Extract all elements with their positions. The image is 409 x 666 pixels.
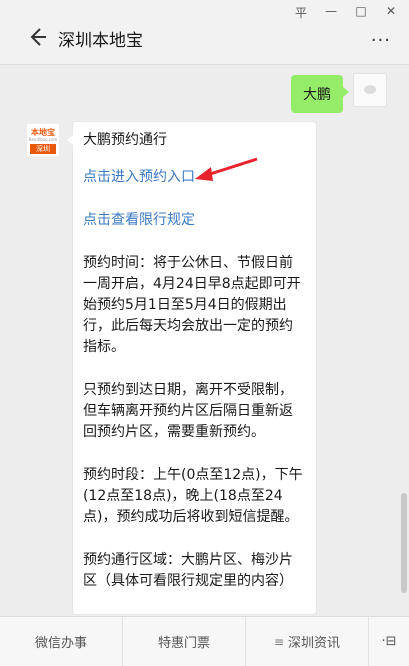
rules-link-row: 点击查看限行规定 (83, 210, 306, 231)
message-title: 大鹏预约通行 (83, 132, 167, 148)
chat-area[interactable]: 大鹏 本地宝 Bendibao.com 深圳 大鹏预约通行 点击进入预约入口 点… (0, 65, 409, 616)
logo-text: 本地宝 (31, 128, 55, 137)
more-icon[interactable]: ··· (371, 30, 391, 51)
restriction-rules-link[interactable]: 点击查看限行规定 (83, 212, 195, 228)
paragraph-time-slots: 预约时段：上午(0点至12点)，下午(12点至18点)，晚上(18点至24点)，… (83, 467, 303, 525)
title-bar: 平 — □ ✕ 深圳本地宝 ··· (0, 0, 409, 65)
menu-list-icon: ≡ (273, 634, 285, 649)
minimize-button[interactable]: — (323, 4, 339, 21)
maximize-button[interactable]: □ (353, 4, 369, 21)
enter-link-row: 点击进入预约入口 (83, 157, 306, 188)
user-avatar[interactable] (353, 73, 387, 107)
close-button[interactable]: ✕ (383, 4, 399, 21)
back-arrow-icon[interactable] (26, 26, 48, 48)
menu-item-label: 深圳资讯 (288, 636, 341, 651)
bottom-menu: 微信办事 特惠门票 ≡ 深圳资讯 ·⊟ (0, 616, 409, 666)
pin-button[interactable]: 平 (293, 4, 309, 21)
red-arrow-annotation (195, 157, 258, 181)
received-message-bubble: 大鹏预约通行 点击进入预约入口 点击查看限行规定 预约时间：将于公休日、节假日前… (67, 121, 317, 615)
keyboard-switch-icon[interactable]: ·⊟ (369, 617, 409, 666)
menu-item-wechat-services[interactable]: 微信办事 (0, 617, 123, 666)
logo-city: 深圳 (30, 144, 56, 154)
paragraph-reservation-time: 预约时间：将于公休日、节假日前一周开启，4月24日早8点起即可开始预约5月1日至… (83, 255, 301, 355)
scrollbar[interactable] (401, 493, 407, 593)
menu-item-shenzhen-news[interactable]: ≡ 深圳资讯 (246, 617, 369, 666)
sent-message-bubble[interactable]: 大鹏 (291, 75, 349, 113)
page-title: 深圳本地宝 (58, 31, 143, 51)
reservation-entry-link[interactable]: 点击进入预约入口 (83, 169, 195, 185)
logo-subtext: Bendibao.com (28, 137, 58, 142)
official-account-avatar[interactable]: 本地宝 Bendibao.com 深圳 (26, 123, 60, 157)
paragraph-arrival-date: 只预约到达日期，离开不受限制，但车辆离开预约片区后隔日重新返回预约片区，需要重新… (83, 382, 293, 440)
paragraph-areas: 预约通行区域：大鹏片区、梅沙片区（具体可看限行规定里的内容） (83, 552, 293, 589)
menu-item-discount-tickets[interactable]: 特惠门票 (123, 617, 246, 666)
window-controls: 平 — □ ✕ (293, 4, 399, 21)
